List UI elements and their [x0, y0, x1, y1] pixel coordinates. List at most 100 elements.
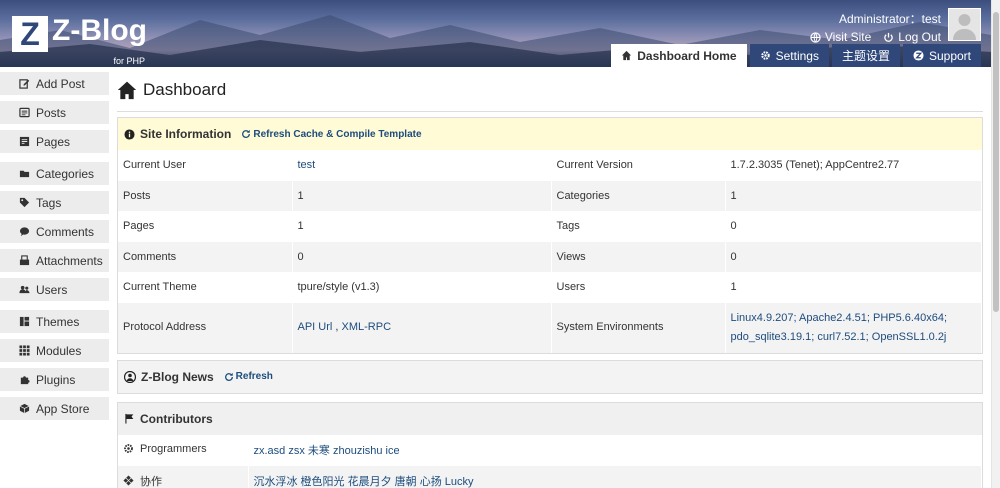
sidebar-item-users[interactable]: Users [0, 278, 109, 301]
divider [117, 111, 983, 112]
avatar[interactable] [948, 8, 981, 41]
row-value: 1 [292, 180, 552, 211]
row-value: 1 [725, 180, 982, 211]
logo-mark: Z [12, 16, 48, 52]
row-value: 沉水浮冰 橙色阳光 花晨月夕 唐朝 心扬 Lucky [248, 465, 982, 488]
sidebar-item-add-post[interactable]: Add Post [0, 72, 109, 95]
sidebar-item-comments[interactable]: Comments [0, 220, 109, 243]
pages-icon [19, 136, 30, 147]
sidebar-item-label: Categories [36, 166, 95, 181]
env-line[interactable]: pdo_sqlite3.19.1; curl7.52.1; OpenSSL1.0… [731, 331, 947, 343]
sidebar-item-label: Comments [36, 224, 95, 239]
tab-settings[interactable]: Settings [749, 44, 829, 67]
news-icon [124, 370, 136, 383]
row-label: Categories [551, 180, 726, 211]
contributor-role: Programmers [140, 442, 207, 455]
table-row: Comments 0 Views 0 [118, 241, 982, 272]
contributors-table: Programmers zx.asd zsx 未寒 zhouzishu ice … [118, 434, 982, 488]
power-icon [884, 32, 894, 42]
news-header: Z-Blog News Refresh [118, 360, 982, 393]
sidebar-item-modules[interactable]: Modules [0, 339, 109, 362]
plugin-icon [20, 376, 30, 385]
env-line[interactable]: Linux4.9.207; Apache2.4.51; PHP5.6.40x64… [731, 312, 948, 324]
user-avatar-icon [953, 14, 976, 40]
visit-site-link[interactable]: Visit Site [810, 30, 871, 44]
edit-icon [19, 79, 30, 89]
top-header: Z Z-Blog for PHP Administrator：test Visi… [0, 0, 991, 67]
appstore-icon [19, 403, 30, 414]
row-label: Pages [118, 211, 293, 242]
xml-rpc-link[interactable]: XML-RPC [342, 321, 392, 333]
row-label: Protocol Address [118, 302, 293, 353]
current-user-link[interactable]: test [298, 159, 316, 171]
news-refresh-label: Refresh [235, 371, 273, 382]
row-label: Current Version [551, 150, 726, 181]
visit-site-label: Visit Site [824, 30, 872, 44]
themes-icon [19, 316, 30, 327]
sidebar-item-label: Tags [36, 195, 62, 210]
contributor-names[interactable]: 沉水浮冰 橙色阳光 花晨月夕 唐朝 心扬 Lucky [254, 476, 474, 488]
row-label: 协作 [118, 465, 249, 488]
tab-label: Settings [775, 48, 819, 63]
news-refresh-link[interactable]: Refresh [224, 371, 273, 382]
sidebar-item-label: Plugins [36, 372, 76, 387]
refresh-icon [242, 129, 251, 138]
table-row: Pages 1 Tags 0 [118, 211, 982, 242]
tab-dashboard-home[interactable]: Dashboard Home [611, 44, 747, 67]
row-value: 0 [725, 211, 982, 242]
row-label: Users [551, 272, 726, 303]
row-value: 1 [292, 211, 552, 242]
table-row: Current Theme tpure/style (v1.3) Users 1 [118, 272, 982, 303]
scrollbar-thumb[interactable] [993, 12, 999, 312]
row-value: 1 [725, 272, 982, 303]
users-icon [19, 285, 30, 294]
tab-label: Support [928, 48, 971, 63]
sidebar-item-app-store[interactable]: App Store [0, 397, 109, 420]
sidebar-item-tags[interactable]: Tags [0, 191, 109, 214]
tab-support[interactable]: Support [902, 44, 981, 67]
zblog-logo[interactable]: Z Z-Blog for PHP [12, 16, 147, 66]
scrollbar[interactable] [991, 0, 1000, 488]
sidebar-item-attachments[interactable]: Attachments [0, 249, 109, 272]
username: Administrator：test [838, 12, 941, 26]
sidebar-item-posts[interactable]: Posts [0, 101, 109, 124]
sidebar: Add Post Posts Pages Categories Tags Com… [0, 72, 109, 426]
log-out-label: Log Out [898, 30, 941, 44]
api-url-link[interactable]: API Url [298, 321, 333, 333]
row-label: Current User [118, 150, 293, 181]
sidebar-item-plugins[interactable]: Plugins [0, 368, 109, 391]
tab-theme-settings[interactable]: 主题设置 [831, 44, 900, 67]
contributor-names[interactable]: zx.asd zsx 未寒 zhouzishu ice [254, 445, 400, 457]
sidebar-item-label: Posts [36, 105, 67, 120]
tab-label: Dashboard Home [637, 48, 737, 63]
row-value: zx.asd zsx 未寒 zhouzishu ice [248, 434, 982, 466]
site-info-table: Current User test Current Version 1.7.2.… [118, 150, 982, 353]
row-label: Comments [118, 241, 293, 272]
row-label: Current Theme [118, 272, 293, 303]
row-value: 0 [725, 241, 982, 272]
row-value: tpure/style (v1.3) [292, 272, 552, 303]
sidebar-item-themes[interactable]: Themes [0, 310, 109, 333]
attachment-icon [19, 255, 30, 266]
table-row: Current User test Current Version 1.7.2.… [118, 150, 982, 181]
sidebar-item-categories[interactable]: Categories [0, 162, 109, 185]
row-label: System Environments [551, 302, 726, 353]
tab-label: 主题设置 [841, 49, 890, 63]
log-out-link[interactable]: Log Out [883, 30, 941, 44]
site-info-header: Site Information Refresh Cache & Compile… [118, 118, 982, 150]
news-card: Z-Blog News Refresh [117, 359, 983, 394]
refresh-icon [224, 372, 233, 381]
news-title: Z-Blog News [141, 369, 214, 384]
sidebar-item-pages[interactable]: Pages [0, 130, 109, 153]
contributor-role: 协作 [140, 475, 162, 488]
sidebar-item-label: Add Post [36, 76, 85, 91]
page-title-text: Dashboard [143, 80, 227, 99]
logo-subtitle: for PHP [113, 56, 145, 66]
refresh-cache-link[interactable]: Refresh Cache & Compile Template [241, 129, 422, 140]
home-icon [622, 50, 632, 61]
row-value: 0 [292, 241, 552, 272]
tag-icon [19, 197, 30, 208]
folder-icon [19, 170, 30, 178]
site-info-title: Site Information [140, 127, 232, 141]
row-label: Views [551, 241, 726, 272]
